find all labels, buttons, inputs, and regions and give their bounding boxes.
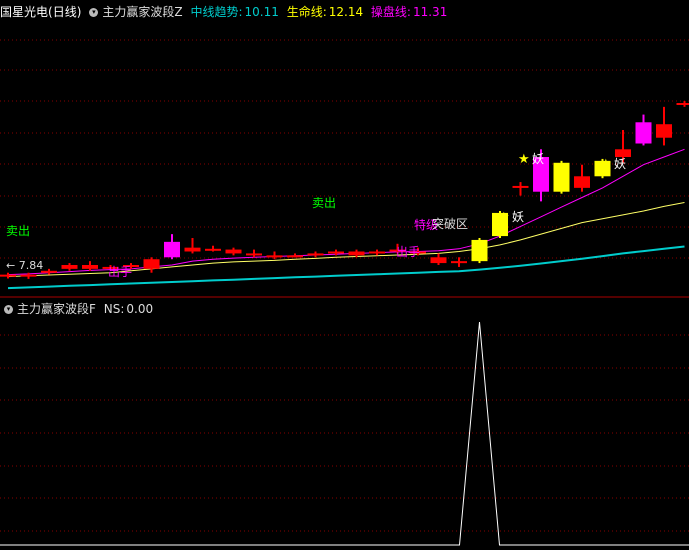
candle: [225, 247, 242, 256]
candle: [451, 257, 467, 267]
star-icon: ★: [498, 210, 510, 225]
chart-canvas[interactable]: 卖出 卖出 出手 出手 特级 突破区 ← 7.84 ★ 妖 ★ 妖 ★ 妖: [0, 0, 689, 550]
ma-mid-value: 10.11: [244, 5, 279, 19]
stock-name: 国星光电: [0, 5, 49, 19]
candle: [656, 106, 672, 146]
candle: [164, 234, 180, 260]
svg-text:妖: 妖: [614, 157, 626, 171]
candle: [635, 114, 652, 146]
candle: [184, 238, 201, 254]
candle: [471, 238, 488, 264]
main-grid: [0, 39, 689, 259]
sub-header: ▾ 主力赢家波段F NS: 0.00: [0, 300, 157, 318]
candle: [369, 249, 385, 256]
candle: [41, 268, 57, 275]
sell-label-2: 卖出: [312, 196, 336, 210]
candle: [82, 261, 98, 271]
out-label-2: 出手: [396, 245, 420, 259]
svg-text:妖: 妖: [512, 210, 524, 224]
ma-life-value: 12.14: [328, 5, 364, 19]
chevron-down-icon[interactable]: ▾: [4, 305, 13, 314]
candle: [287, 253, 303, 258]
candle: [61, 263, 78, 271]
yao-marker-1: ★ 妖: [498, 210, 524, 225]
candles: [0, 101, 689, 279]
candle: [0, 272, 16, 279]
sub-indicator-name: 主力赢家波段F: [17, 302, 96, 316]
candle: [676, 101, 689, 107]
indicator-name: 主力赢家波段Z: [102, 5, 183, 19]
period-label: (日线): [48, 5, 82, 19]
sell-label-1: 卖出: [6, 224, 30, 238]
ma-life-label: 生命线:: [286, 5, 327, 19]
candle: [246, 249, 262, 258]
svg-text:妖: 妖: [532, 152, 544, 166]
yao-marker-3: ★ 妖: [600, 157, 626, 172]
out-label-1: 出手: [108, 265, 132, 279]
candle: [512, 182, 529, 196]
sub-grid: [0, 334, 689, 532]
star-icon: ★: [600, 157, 612, 172]
candle: [553, 160, 570, 194]
ma-line-2: [7, 148, 685, 276]
candle: [143, 257, 160, 273]
ma-op-label: 操盘线:: [370, 5, 411, 19]
break-label: 突破区: [432, 216, 468, 231]
ma-op-value: 11.31: [412, 5, 448, 19]
chevron-down-icon[interactable]: ▾: [89, 8, 99, 17]
candle: [574, 164, 590, 192]
yao-marker-2: ★ 妖: [518, 152, 544, 167]
ns-value: 0.00: [126, 302, 154, 316]
candle: [307, 251, 324, 258]
candle: [205, 245, 221, 252]
star-icon: ★: [518, 152, 530, 167]
ns-label: NS:: [103, 302, 125, 316]
ma-mid-label: 中线趋势:: [190, 5, 243, 19]
candle: [430, 253, 447, 265]
low-price-marker: ← 7.84: [6, 259, 43, 272]
main-header: 国星光电(日线) ▾ 主力赢家波段Z 中线趋势: 10.11 生命线: 12.14 操盘…: [0, 3, 451, 21]
